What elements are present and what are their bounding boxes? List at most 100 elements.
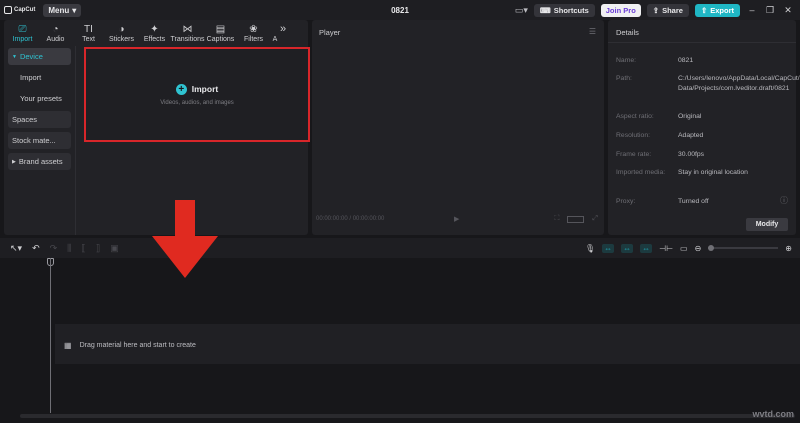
nav-brand-assets-label: Brand assets <box>18 157 63 166</box>
caption-icon[interactable]: ▭ <box>680 244 688 253</box>
split-right-icon[interactable]: ⟧ <box>96 243 100 254</box>
chevron-down-icon: ▾ <box>72 5 77 15</box>
detail-key-path: Path: <box>616 75 632 82</box>
import-drop-area[interactable]: + Import Videos, audios, and images <box>84 47 310 142</box>
zoom-slider[interactable] <box>708 245 779 251</box>
detail-value-imported-media: Stay in original location <box>678 169 748 176</box>
player-title: Player <box>319 28 341 37</box>
caret-right-icon: ▶ <box>12 158 16 165</box>
project-title: 0821 <box>391 5 409 15</box>
play-icon[interactable]: ▶ <box>454 215 459 223</box>
tab-filters[interactable]: ❀ Filters <box>237 24 270 45</box>
adjust-icon <box>274 24 277 36</box>
menu-label: Menu <box>48 5 70 15</box>
stickers-icon: ◑ <box>118 24 125 35</box>
import-label: Import <box>191 84 219 94</box>
close-icon[interactable]: ✕ <box>782 5 794 16</box>
tab-label: A <box>272 36 278 43</box>
join-pro-button[interactable]: Join Pro <box>600 3 641 17</box>
more-tabs-icon[interactable]: » <box>280 23 286 45</box>
export-label: Export <box>710 5 734 15</box>
app-logo: CapCut <box>4 6 35 14</box>
export-button[interactable]: ⇧ Export <box>694 3 740 17</box>
zoom-slider-knob[interactable] <box>708 245 715 251</box>
timeline-scrollbar[interactable] <box>20 414 795 418</box>
detail-value-proxy: Turned off <box>678 198 709 205</box>
delete-icon[interactable]: ▣ <box>110 243 119 254</box>
fit-icon[interactable]: ⛶ <box>554 215 559 223</box>
tab-label: Audio <box>46 36 65 43</box>
minimize-icon[interactable]: – <box>746 5 758 15</box>
undo-icon[interactable]: ↶ <box>32 243 40 254</box>
capcut-logo-icon <box>4 6 12 14</box>
film-icon: ▦ <box>64 341 72 350</box>
select-tool-icon[interactable]: ↖▾ <box>10 243 22 254</box>
title-bar: CapCut Menu ▾ 0821 ▭▾ ⌨ Shortcuts Join P… <box>0 0 800 20</box>
text-icon: TI <box>84 24 93 35</box>
tab-adjust[interactable]: A <box>270 24 280 45</box>
details-title: Details <box>616 28 639 37</box>
detail-key-aspect-ratio: Aspect ratio: <box>616 113 654 120</box>
export-icon: ⇧ <box>700 5 708 15</box>
tab-effects[interactable]: ✦ Effects <box>138 24 171 45</box>
nav-device-label: Device <box>19 52 43 61</box>
zoom-out-icon[interactable]: ⊖ <box>695 244 702 253</box>
transitions-icon: ⋈ <box>182 24 193 35</box>
timeline-area[interactable]: ▦ Drag material here and start to create <box>0 258 800 423</box>
tab-label: Transitions <box>170 36 205 43</box>
main-track-magnet-icon[interactable]: ⇔ <box>602 243 615 253</box>
tab-audio[interactable]: ◔ Audio <box>39 24 72 45</box>
tab-captions[interactable]: ▤ Captions <box>204 24 237 45</box>
nav-stock-material[interactable]: Stock mate... <box>8 132 71 149</box>
maximize-icon[interactable]: ❐ <box>764 5 776 16</box>
shortcuts-label: Shortcuts <box>553 5 589 15</box>
tab-stickers[interactable]: ◑ Stickers <box>105 24 138 45</box>
shortcuts-button[interactable]: ⌨ Shortcuts <box>533 3 595 17</box>
tab-label: Effects <box>143 36 166 43</box>
tab-transitions[interactable]: ⋈ Transitions <box>170 24 205 45</box>
detail-key-resolution: Resolution: <box>616 132 651 139</box>
detail-value-path: C:/Users/lenovo/AppData/Local/CapCut/Use… <box>678 75 800 92</box>
app-logo-text: CapCut <box>14 7 36 13</box>
info-icon[interactable]: ⓘ <box>780 195 788 206</box>
layout-icon[interactable]: ▭▾ <box>515 5 528 16</box>
effects-icon: ✦ <box>150 24 159 35</box>
nav-import[interactable]: Import <box>8 69 71 86</box>
nav-your-presets[interactable]: Your presets <box>8 90 71 107</box>
media-tabs: ⎚ Import ◔ Audio TI Text ◑ Stickers ✦ Ef… <box>4 20 308 45</box>
share-button[interactable]: ⇪ Share <box>646 3 689 17</box>
menu-button[interactable]: Menu ▾ <box>43 3 82 17</box>
split-left-icon[interactable]: ⟦ <box>81 243 85 254</box>
auto-snap-icon[interactable]: ⇔ <box>621 243 634 253</box>
preview-axis-icon[interactable]: ⊣⊢ <box>659 244 673 253</box>
ratio-icon[interactable] <box>567 215 585 223</box>
fullscreen-icon[interactable]: ⤢ <box>592 215 598 223</box>
player-panel: Player ☰ 00:00:00:00 / 00:00:00:00 ▶ ⛶ ⤢ <box>312 20 604 235</box>
timeline-toolbar: ↖▾ ↶ ↷ ⫼ ⟦ ⟧ ▣ 🎙 ⇔ ⇔ ⇔ ⊣⊢ ▭ ⊖ ⊕ <box>0 238 800 258</box>
tab-import[interactable]: ⎚ Import <box>6 24 39 45</box>
import-icon: ⎚ <box>18 24 27 35</box>
tab-label: Import <box>12 36 33 43</box>
detail-value-frame-rate: 30.00fps <box>678 151 705 158</box>
redo-icon[interactable]: ↷ <box>50 243 58 254</box>
microphone-icon[interactable]: 🎙 <box>585 244 595 253</box>
modify-button[interactable]: Modify <box>746 218 788 231</box>
share-icon: ⇪ <box>652 5 660 15</box>
tab-label: Stickers <box>109 36 134 43</box>
playhead[interactable] <box>50 258 51 413</box>
nav-spaces[interactable]: Spaces <box>8 111 71 128</box>
share-label: Share <box>662 5 683 15</box>
tab-text[interactable]: TI Text <box>72 24 105 45</box>
player-timecode: 00:00:00:00 / 00:00:00:00 <box>316 216 385 222</box>
track-hint-text: Drag material here and start to create <box>79 342 196 349</box>
audio-icon: ◔ <box>52 24 59 35</box>
zoom-in-icon[interactable]: ⊕ <box>785 244 792 253</box>
linkage-icon[interactable]: ⇔ <box>640 243 653 253</box>
hamburger-icon[interactable]: ☰ <box>589 27 596 36</box>
tab-label: Filters <box>243 36 264 43</box>
nav-brand-assets[interactable]: ▶ Brand assets <box>8 153 71 170</box>
nav-device[interactable]: ▼ Device <box>8 48 71 65</box>
split-icon[interactable]: ⫼ <box>67 243 71 254</box>
tab-label: Captions <box>206 36 235 43</box>
keyboard-icon: ⌨ <box>539 5 551 15</box>
